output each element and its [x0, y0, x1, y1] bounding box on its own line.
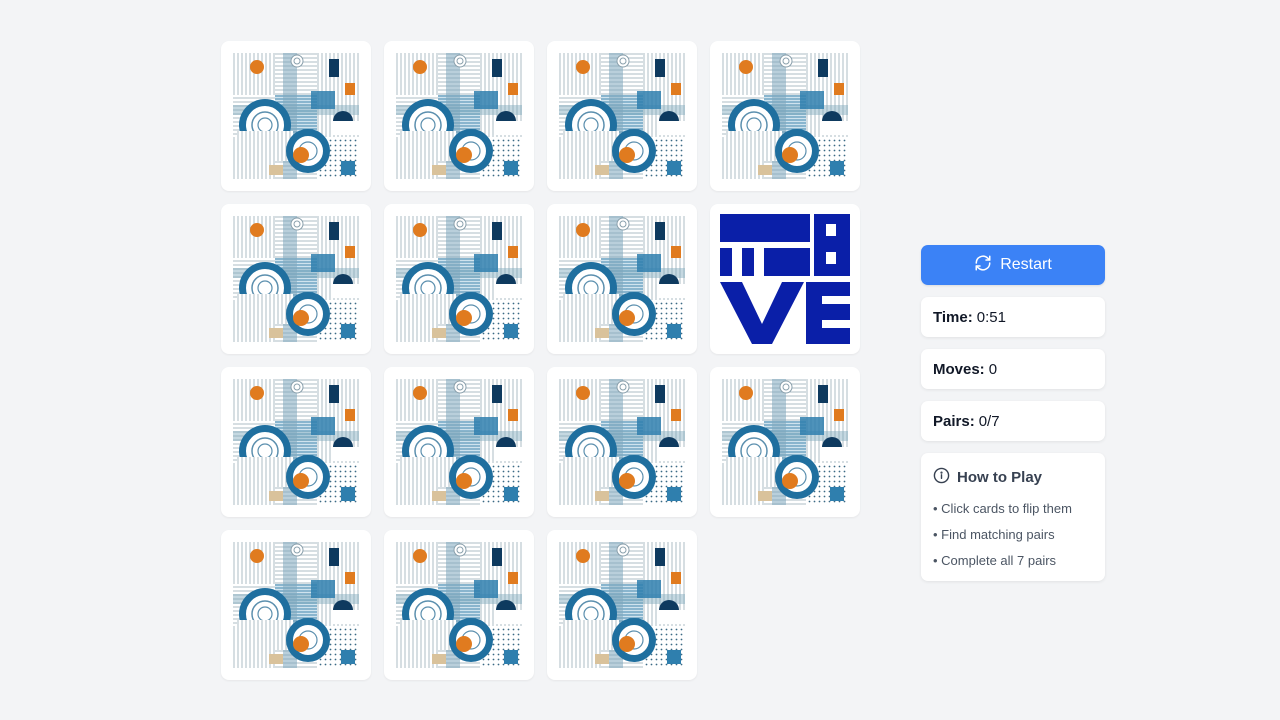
time-value: 0:51 — [976, 308, 1006, 326]
card-hidden[interactable] — [710, 367, 860, 517]
card-back-pattern — [233, 216, 359, 342]
card-back-pattern — [559, 53, 685, 179]
card-hidden[interactable] — [547, 204, 697, 354]
move-logo — [720, 214, 850, 344]
card-back-pattern — [396, 379, 522, 505]
card-back-pattern — [722, 53, 848, 179]
card-hidden[interactable] — [221, 367, 371, 517]
card-back-pattern — [396, 53, 522, 179]
moves-label: Moves: — [933, 360, 985, 378]
refresh-icon — [974, 254, 992, 277]
card-hidden[interactable] — [547, 367, 697, 517]
moves-stat: Moves: 0 — [921, 349, 1105, 389]
card-hidden[interactable] — [221, 204, 371, 354]
pairs-label: Pairs: — [933, 412, 975, 430]
pairs-stat: Pairs: 0/7 — [921, 401, 1105, 441]
card-back-pattern — [722, 379, 848, 505]
moves-value: 0 — [988, 360, 998, 378]
card-back-pattern — [233, 379, 359, 505]
how-to-play-heading: How to Play — [933, 467, 1093, 488]
how-to-play-panel: How to Play • Click cards to flip them •… — [921, 453, 1105, 581]
card-back-pattern — [559, 542, 685, 668]
card-back-pattern — [396, 542, 522, 668]
pairs-value: 0/7 — [978, 412, 1000, 430]
how-to-item: • Find matching pairs — [933, 527, 1055, 542]
card-hidden[interactable] — [710, 41, 860, 191]
how-to-item: • Click cards to flip them — [933, 501, 1072, 516]
how-to-play-title: How to Play — [957, 469, 1043, 486]
card-hidden[interactable] — [221, 41, 371, 191]
card-hidden[interactable] — [384, 204, 534, 354]
card-back-pattern — [396, 216, 522, 342]
card-hidden[interactable] — [384, 367, 534, 517]
card-hidden[interactable] — [547, 530, 697, 680]
card-back-pattern — [233, 53, 359, 179]
card-back-pattern — [559, 379, 685, 505]
card-revealed[interactable] — [710, 204, 860, 354]
info-icon — [933, 467, 950, 488]
sidebar: Restart Time: 0:51 Moves: 0 Pairs: 0/7 H… — [921, 245, 1105, 581]
time-label: Time: — [933, 308, 973, 326]
card-hidden[interactable] — [547, 41, 697, 191]
card-grid — [221, 41, 860, 680]
time-stat: Time: 0:51 — [921, 297, 1105, 337]
restart-label: Restart — [1000, 256, 1052, 273]
card-hidden[interactable] — [221, 530, 371, 680]
restart-button[interactable]: Restart — [921, 245, 1105, 285]
how-to-item: • Complete all 7 pairs — [933, 553, 1057, 568]
card-hidden[interactable] — [384, 41, 534, 191]
card-hidden[interactable] — [384, 530, 534, 680]
card-back-pattern — [559, 216, 685, 342]
card-back-pattern — [233, 542, 359, 668]
